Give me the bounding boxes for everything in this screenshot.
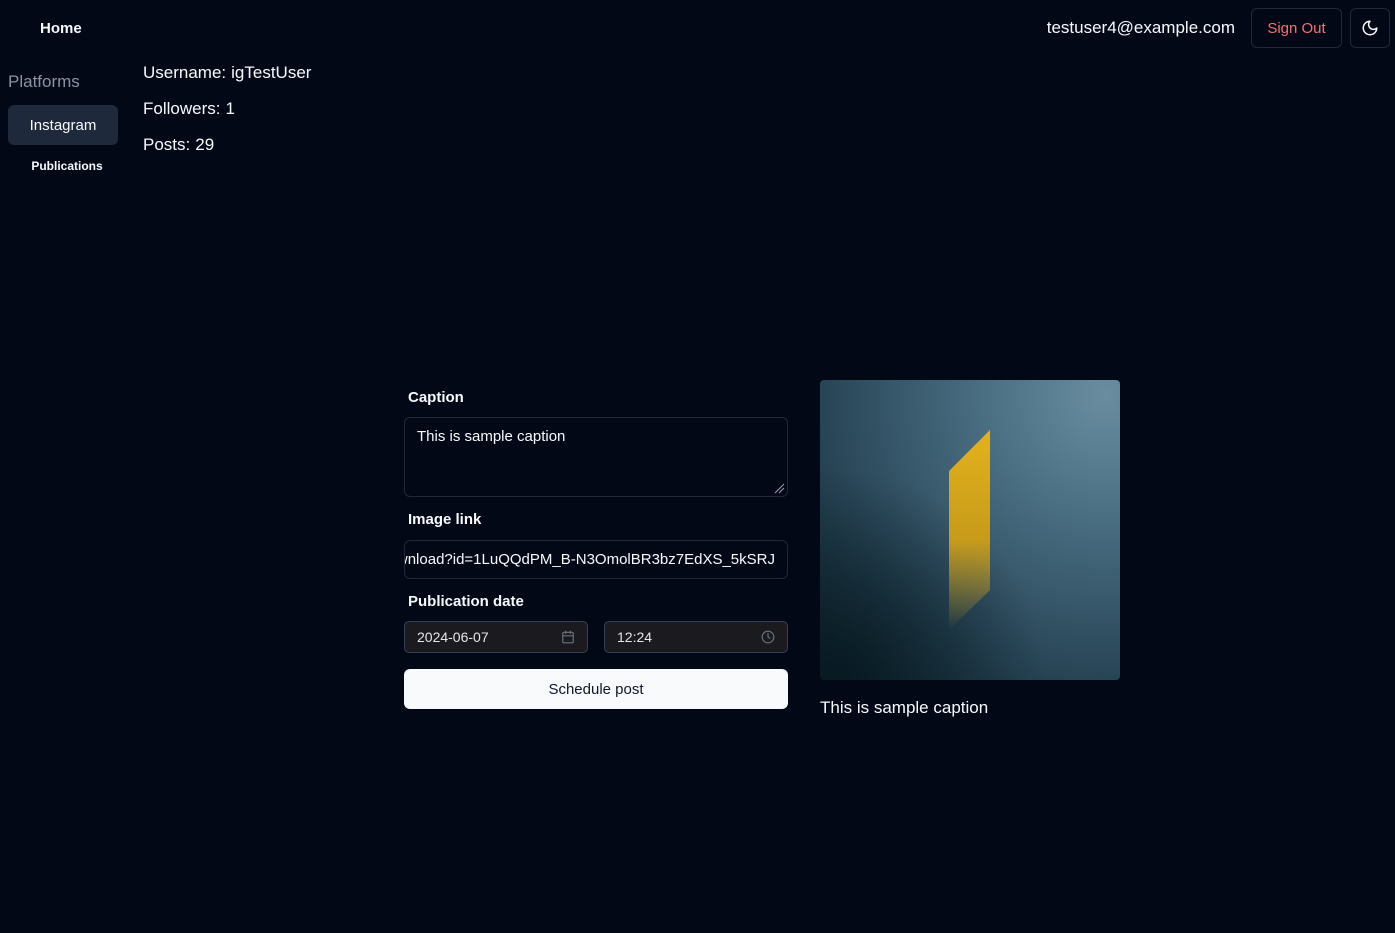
preview-image xyxy=(820,380,1120,680)
followers-stat: Followers: 1 xyxy=(143,99,235,119)
top-bar: Home testuser4@example.com Sign Out xyxy=(0,0,1395,58)
caption-text: This is sample caption xyxy=(417,428,566,445)
date-value: 2024-06-07 xyxy=(417,629,489,645)
preview-caption: This is sample caption xyxy=(820,698,989,717)
sidebar-heading: Platforms xyxy=(8,72,80,91)
image-link-value: wnload?id=1LuQQdPM_B-N3OmolBR3bz7EdXS_5k… xyxy=(404,551,775,568)
username-value: igTestUser xyxy=(231,63,312,82)
time-input[interactable]: 12:24 xyxy=(604,621,788,653)
followers-label: Followers: xyxy=(143,99,221,118)
username-label: Username: xyxy=(143,63,227,82)
time-value: 12:24 xyxy=(617,629,653,645)
user-email: testuser4@example.com xyxy=(1046,18,1235,37)
publication-date-label: Publication date xyxy=(408,593,524,610)
posts-value: 29 xyxy=(195,135,215,154)
image-link-input[interactable]: wnload?id=1LuQQdPM_B-N3OmolBR3bz7EdXS_5k… xyxy=(404,540,788,579)
sign-out-button[interactable]: Sign Out xyxy=(1251,8,1342,48)
resize-grip-icon[interactable] xyxy=(773,482,785,494)
caption-label: Caption xyxy=(408,389,464,406)
posts-label: Posts: xyxy=(143,135,191,154)
date-input[interactable]: 2024-06-07 xyxy=(404,621,588,653)
theme-toggle-button[interactable] xyxy=(1350,8,1390,48)
clock-icon[interactable] xyxy=(761,630,775,644)
image-link-label: Image link xyxy=(408,511,482,528)
sidebar-item-instagram[interactable]: Instagram xyxy=(8,105,118,145)
moon-icon xyxy=(1362,20,1378,36)
preview-artwork xyxy=(820,380,1120,680)
username-stat: Username: igTestUser xyxy=(143,63,311,83)
sidebar-item-publications[interactable]: Publications xyxy=(8,156,126,176)
home-link[interactable]: Home xyxy=(40,20,82,37)
posts-stat: Posts: 29 xyxy=(143,135,214,155)
schedule-post-button[interactable]: Schedule post xyxy=(404,669,788,709)
followers-value: 1 xyxy=(225,99,235,118)
calendar-icon[interactable] xyxy=(561,630,575,644)
caption-textarea[interactable]: This is sample caption xyxy=(404,417,788,497)
